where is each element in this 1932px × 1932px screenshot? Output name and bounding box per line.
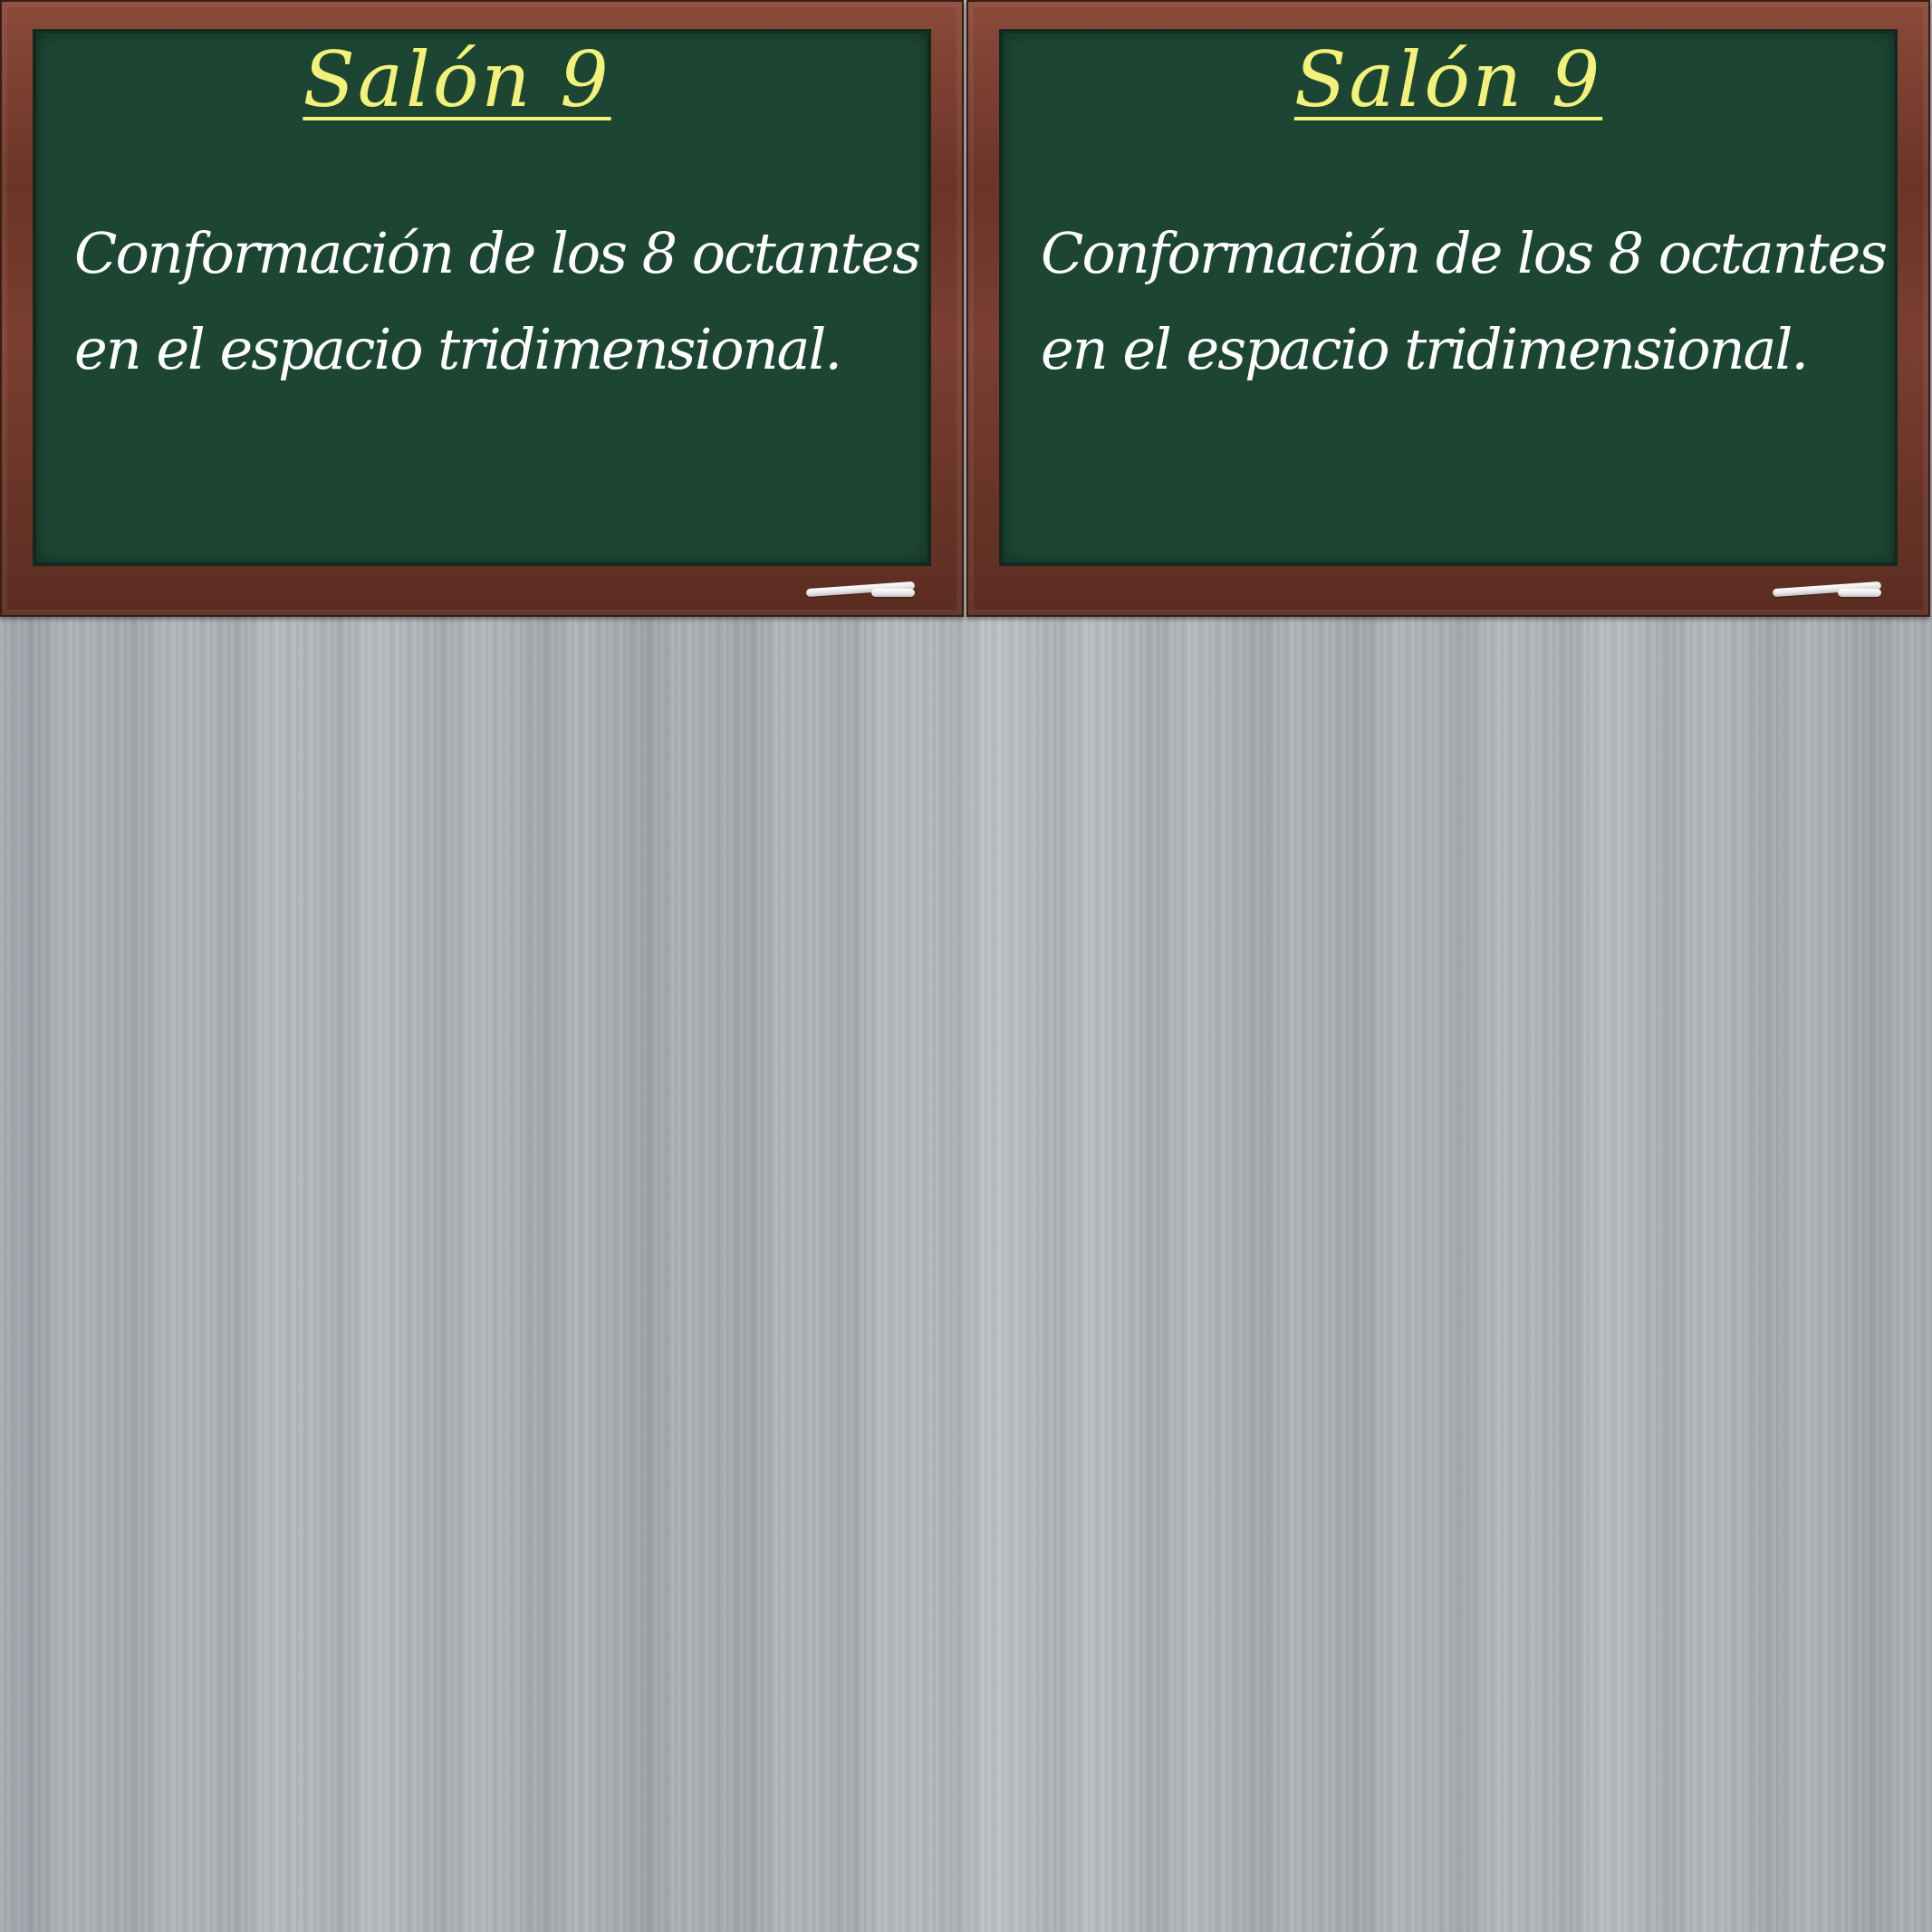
board-text-line-2: en el espacio tridimensional. [74, 316, 842, 382]
chalk-stick-icon [871, 589, 915, 597]
chalk-stick-icon [1838, 589, 1881, 597]
board-text-line-2: en el espacio tridimensional. [1041, 316, 1809, 382]
board-title: Salón 9 [303, 35, 611, 124]
board-title: Salón 9 [1293, 35, 1603, 124]
board-text-line-1: Conformación de los 8 octantes [1041, 220, 1888, 286]
board-text: Conformación de los 8 octantes en el esp… [74, 206, 926, 398]
chalkboard-right: Salón 9 Conformación de los 8 octantes e… [966, 0, 1930, 617]
board-text-line-1: Conformación de los 8 octantes [74, 220, 921, 286]
chalkboard-left: Salón 9 Conformación de los 8 octantes e… [0, 0, 964, 617]
board-text: Conformación de los 8 octantes en el esp… [1041, 206, 1892, 398]
